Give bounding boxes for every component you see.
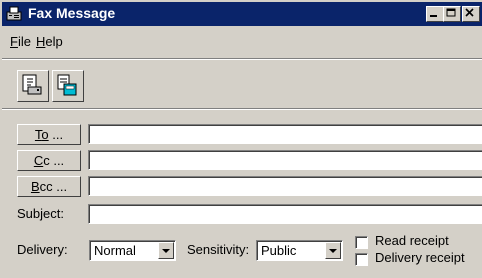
sensitivity-select[interactable]: Public xyxy=(256,240,343,261)
read-receipt-checkbox[interactable] xyxy=(355,236,368,249)
toolbar-separator xyxy=(2,108,482,110)
delivery-value: Normal xyxy=(94,243,136,258)
sensitivity-value: Public xyxy=(261,243,297,258)
close-icon xyxy=(465,8,474,17)
send-fax-icon xyxy=(22,74,42,95)
cc-field[interactable] xyxy=(88,150,482,170)
to-button[interactable]: To ... xyxy=(17,124,81,145)
attach-file-button[interactable] xyxy=(52,70,84,102)
maximize-button[interactable] xyxy=(443,6,461,22)
subject-field[interactable] xyxy=(88,204,482,224)
delivery-select[interactable]: Normal xyxy=(89,240,176,261)
bcc-button[interactable]: Bcc ... xyxy=(17,176,81,197)
attach-file-icon xyxy=(57,74,77,96)
sensitivity-label: Sensitivity: xyxy=(187,242,250,257)
bcc-field[interactable] xyxy=(88,176,482,196)
minimize-icon xyxy=(430,15,437,17)
delivery-receipt-label: Delivery receipt xyxy=(375,250,465,265)
delivery-label: Delivery: xyxy=(17,242,68,257)
fax-message-window: Fax Message File Help To ... Cc ... Bcc … xyxy=(0,0,482,278)
menu-separator xyxy=(2,58,482,60)
read-receipt-label: Read receipt xyxy=(375,233,449,248)
subject-label: Subject: xyxy=(17,206,64,221)
fax-icon xyxy=(6,6,22,21)
chevron-down-icon[interactable] xyxy=(158,242,174,259)
close-button[interactable] xyxy=(462,6,480,22)
cc-button[interactable]: Cc ... xyxy=(17,150,81,171)
delivery-receipt-checkbox[interactable] xyxy=(355,253,368,266)
send-fax-button[interactable] xyxy=(17,70,49,102)
chevron-down-icon[interactable] xyxy=(325,242,341,259)
minimize-button[interactable] xyxy=(426,6,444,22)
to-field[interactable] xyxy=(88,124,482,144)
menu-help[interactable]: Help xyxy=(36,34,63,49)
maximize-icon xyxy=(446,8,456,17)
title-bar[interactable]: Fax Message xyxy=(2,2,482,26)
window-title: Fax Message xyxy=(28,5,116,21)
menu-file[interactable]: File xyxy=(10,34,31,49)
